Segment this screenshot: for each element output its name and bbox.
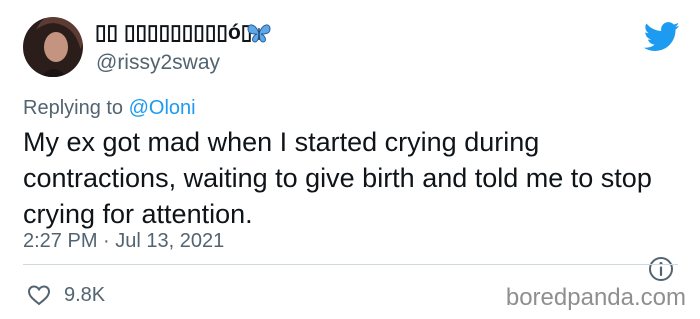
tweet-card: ▯▯ ▯▯▯▯▯▯▯▯▯ó▯ @rissy2sway Replying to @… [0,0,700,319]
display-name[interactable]: ▯▯ ▯▯▯▯▯▯▯▯▯ó▯ [95,20,252,46]
butterfly-icon [247,24,271,43]
like-count[interactable]: 9.8K [64,283,105,307]
reply-mention-link[interactable]: @Oloni [129,97,196,119]
watermark: boredpanda.com [505,284,686,311]
avatar-image [23,23,83,77]
replying-to: Replying to @Oloni [23,96,196,120]
info-icon[interactable] [648,256,674,282]
tweet-text: My ex got mad when I started crying duri… [23,127,652,229]
timestamp[interactable]: 2:27 PM · Jul 13, 2021 [23,229,224,253]
username[interactable]: @rissy2sway [96,50,220,76]
reply-prefix: Replying to [23,97,129,119]
divider [23,264,678,265]
twitter-bird-icon[interactable] [644,22,680,52]
heart-icon[interactable] [27,284,51,306]
avatar[interactable] [23,17,83,77]
